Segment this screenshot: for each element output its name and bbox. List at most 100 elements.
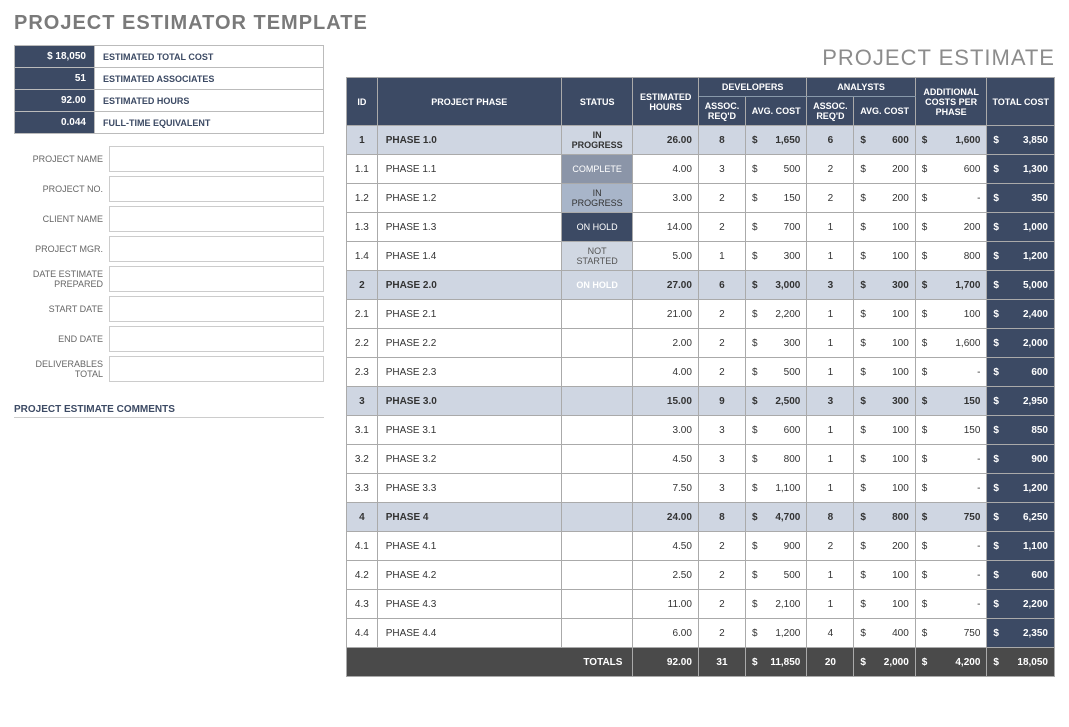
id-cell: 4.4 [347,619,378,648]
summary-label: ESTIMATED ASSOCIATES [95,68,324,90]
ana-avg-cell: $100 [854,590,915,619]
dev-avg-cell: $1,650 [745,126,806,155]
total-cell: $5,000 [987,271,1055,300]
id-cell: 1 [347,126,378,155]
est-cell: 11.00 [633,590,698,619]
info-label: START DATE [14,296,109,322]
est-cell: 27.00 [633,271,698,300]
dev-avg-cell: $900 [745,532,806,561]
info-value[interactable] [109,146,324,172]
status-cell [561,387,633,416]
info-label: PROJECT NO. [14,176,109,202]
addl-cell: $- [915,532,987,561]
id-cell: 3 [347,387,378,416]
phase-cell: PHASE 2.2 [377,329,561,358]
th-dev: DEVELOPERS [698,78,806,97]
ana-assoc-cell: 1 [807,329,854,358]
id-cell: 1.3 [347,213,378,242]
info-label: DATE ESTIMATE PREPARED [14,266,109,292]
addl-cell: $- [915,358,987,387]
info-value[interactable] [109,356,324,382]
status-cell [561,532,633,561]
addl-cell: $200 [915,213,987,242]
dev-assoc-cell: 6 [698,271,745,300]
dev-avg-cell: $800 [745,445,806,474]
th-dev-avg: AVG. COST [745,97,806,126]
addl-cell: $750 [915,619,987,648]
addl-cell: $100 [915,300,987,329]
info-value[interactable] [109,206,324,232]
id-cell: 3.2 [347,445,378,474]
dev-assoc-cell: 1 [698,242,745,271]
dev-avg-cell: $700 [745,213,806,242]
ana-assoc-cell: 1 [807,561,854,590]
addl-cell: $150 [915,387,987,416]
ana-avg-cell: $100 [854,213,915,242]
totals-est: 92.00 [633,648,698,677]
id-cell: 2.3 [347,358,378,387]
id-cell: 1.1 [347,155,378,184]
dev-avg-cell: $3,000 [745,271,806,300]
ana-assoc-cell: 1 [807,358,854,387]
table-row: 1.3 PHASE 1.3 ON HOLD 14.00 2 $700 1 $10… [347,213,1055,242]
dev-avg-cell: $2,100 [745,590,806,619]
status-cell [561,300,633,329]
table-row: 1 PHASE 1.0 IN PROGRESS 26.00 8 $1,650 6… [347,126,1055,155]
dev-assoc-cell: 2 [698,619,745,648]
est-cell: 14.00 [633,213,698,242]
th-dev-assoc: ASSOC. REQ'D [698,97,745,126]
total-cell: $2,200 [987,590,1055,619]
est-cell: 4.50 [633,445,698,474]
addl-cell: $750 [915,503,987,532]
info-label: PROJECT NAME [14,146,109,172]
est-cell: 3.00 [633,416,698,445]
total-cell: $2,000 [987,329,1055,358]
total-cell: $600 [987,358,1055,387]
ana-avg-cell: $200 [854,532,915,561]
ana-avg-cell: $100 [854,300,915,329]
table-row: 1.2 PHASE 1.2 IN PROGRESS 3.00 2 $150 2 … [347,184,1055,213]
dev-avg-cell: $300 [745,329,806,358]
totals-aassoc: 20 [807,648,854,677]
addl-cell: $800 [915,242,987,271]
ana-avg-cell: $200 [854,184,915,213]
info-value[interactable] [109,296,324,322]
id-cell: 4 [347,503,378,532]
est-cell: 2.50 [633,561,698,590]
phase-cell: PHASE 3.2 [377,445,561,474]
id-cell: 2 [347,271,378,300]
summary-table: $ 18,050ESTIMATED TOTAL COST51ESTIMATED … [14,45,324,134]
id-cell: 4.3 [347,590,378,619]
ana-avg-cell: $100 [854,561,915,590]
id-cell: 2.1 [347,300,378,329]
ana-avg-cell: $400 [854,619,915,648]
phase-cell: PHASE 4 [377,503,561,532]
table-row: 1.4 PHASE 1.4 NOT STARTED 5.00 1 $300 1 … [347,242,1055,271]
dev-assoc-cell: 2 [698,213,745,242]
ana-assoc-cell: 3 [807,271,854,300]
estimate-table: ID PROJECT PHASE STATUS ESTIMATED HOURS … [346,77,1055,677]
info-value[interactable] [109,236,324,262]
table-row: 2.1 PHASE 2.1 21.00 2 $2,200 1 $100 $100… [347,300,1055,329]
info-value[interactable] [109,326,324,352]
addl-cell: $1,600 [915,329,987,358]
phase-cell: PHASE 1.3 [377,213,561,242]
totals-aavg: $2,000 [854,648,915,677]
table-row: 4.3 PHASE 4.3 11.00 2 $2,100 1 $100 $- $… [347,590,1055,619]
dev-avg-cell: $150 [745,184,806,213]
status-cell: NOT STARTED [561,242,633,271]
info-label: CLIENT NAME [14,206,109,232]
th-id: ID [347,78,378,126]
total-cell: $900 [987,445,1055,474]
table-row: 3 PHASE 3.0 15.00 9 $2,500 3 $300 $150 $… [347,387,1055,416]
status-cell: IN PROGRESS [561,126,633,155]
table-row: 2.2 PHASE 2.2 2.00 2 $300 1 $100 $1,600 … [347,329,1055,358]
table-row: 3.2 PHASE 3.2 4.50 3 $800 1 $100 $- $900 [347,445,1055,474]
est-cell: 3.00 [633,184,698,213]
addl-cell: $- [915,590,987,619]
table-row: 4.1 PHASE 4.1 4.50 2 $900 2 $200 $- $1,1… [347,532,1055,561]
total-cell: $1,300 [987,155,1055,184]
info-value[interactable] [109,176,324,202]
ana-assoc-cell: 3 [807,387,854,416]
info-value[interactable] [109,266,324,292]
